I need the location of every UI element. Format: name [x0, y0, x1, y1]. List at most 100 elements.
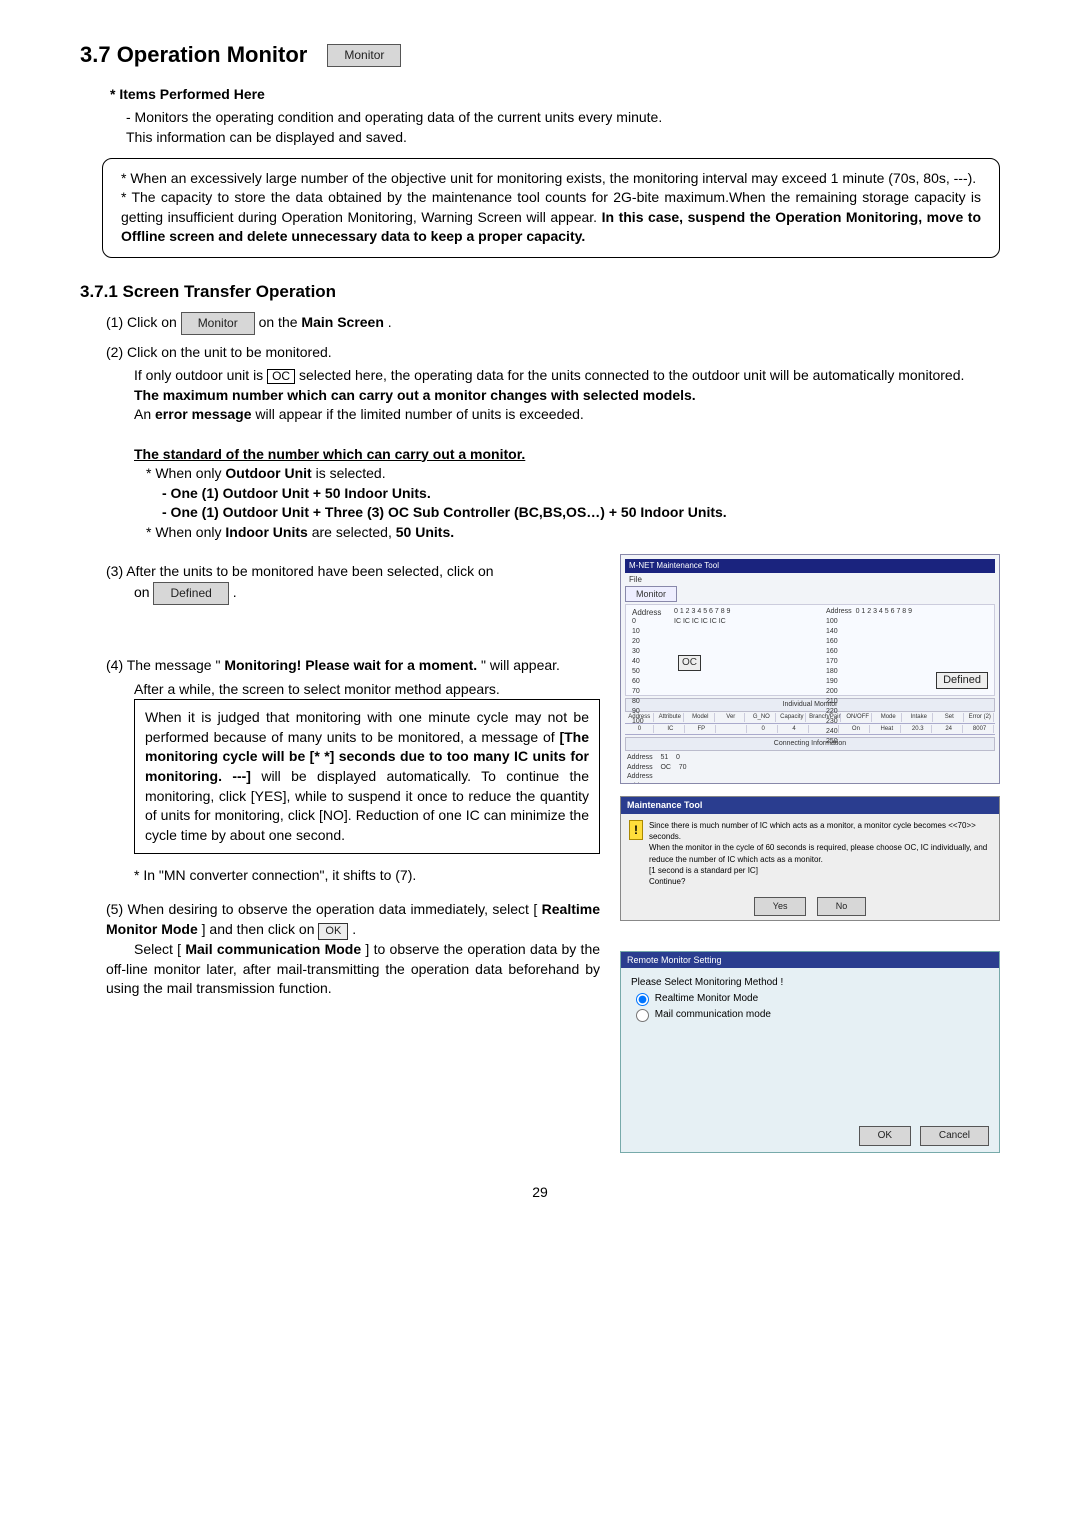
ss-grid: Address 0 1 2 3 4 5 6 7 8 9 0 10 20 30 4… [625, 604, 995, 696]
rv3 [719, 725, 747, 733]
std3: - One (1) Outdoor Unit + Three (3) OC Su… [162, 503, 1000, 523]
s2l3: An error message will appear if the limi… [134, 405, 1000, 425]
dlg-title: Maintenance Tool [621, 797, 999, 814]
ss-indiv: Individual Monitor [625, 698, 995, 712]
ss-title: M-NET Maintenance Tool [625, 559, 995, 572]
s4-boxa: When it is judged that monitoring with o… [145, 709, 589, 745]
s4-post1: " will appear. [481, 657, 560, 673]
radio-cancel-button[interactable]: Cancel [920, 1126, 989, 1146]
step1: (1) Click on Monitor on the Main Screen … [106, 312, 1000, 335]
s5l2a: Select [ [134, 941, 181, 957]
radio-mail-input[interactable] [636, 1009, 649, 1022]
ok-button-inline[interactable]: OK [318, 923, 348, 940]
th2: Model [687, 713, 715, 721]
ss-lower-rows: Address 51 0 Address OC 70 Address Addre… [625, 751, 995, 785]
radio-opt2-label: Mail communication mode [655, 1009, 771, 1020]
radio-realtime-input[interactable] [636, 993, 649, 1006]
radio-realtime[interactable]: Realtime Monitor Mode [631, 993, 758, 1004]
s2l3c: will appear if the limited number of uni… [255, 406, 583, 422]
ss-oc-cell[interactable]: OC [678, 655, 701, 671]
std4b: Indoor Units [225, 524, 307, 540]
ss-th: Address Attribute Model Ver G_NO Capacit… [625, 712, 995, 723]
rv1: IC [657, 725, 685, 733]
th8: Mode [875, 713, 903, 721]
s4-l2: After a while, the screen to select moni… [134, 680, 600, 700]
s4-bold1: Monitoring! Please wait for a moment. [224, 657, 477, 673]
s5l2b: Mail communication Mode [185, 941, 361, 957]
s2l2: The maximum number which can carry out a… [134, 386, 1000, 406]
dlg-body: Since there is much number of IC which a… [649, 820, 991, 887]
ss-cols-l: 0 1 2 3 4 5 6 7 8 9 [674, 607, 730, 617]
note1: * When an excessively large number of th… [121, 169, 981, 189]
rv8: Heat [873, 725, 901, 733]
radio-ok-button[interactable]: OK [859, 1126, 911, 1146]
radio-title: Remote Monitor Setting [621, 952, 999, 969]
monitor-button-title[interactable]: Monitor [327, 44, 401, 67]
th1: Attribute [657, 713, 685, 721]
s2l1a: If only outdoor unit is [134, 367, 267, 383]
s3-end: . [233, 584, 237, 600]
s4-box: When it is judged that monitoring with o… [134, 699, 600, 854]
th3: Ver [718, 713, 746, 721]
note2: * The capacity to store the data obtaine… [121, 188, 981, 247]
page-number: 29 [80, 1183, 1000, 1203]
s5-mid1: ] and then click on [202, 921, 319, 937]
rv10: 24 [935, 725, 963, 733]
monitor-button-step1[interactable]: Monitor [181, 312, 255, 335]
dlg-yes-button[interactable]: Yes [754, 897, 807, 916]
step4: (4) The message " Monitoring! Please wai… [106, 656, 600, 676]
std1c: is selected. [316, 465, 386, 481]
note-box: * When an excessively large number of th… [102, 158, 1000, 258]
oc-chip: OC [267, 369, 295, 384]
th9: Intake [905, 713, 933, 721]
rv9: 20.3 [904, 725, 932, 733]
s4-pre: (4) The message " [106, 657, 220, 673]
th10: Set [936, 713, 964, 721]
screenshot-maintenance-tool: M-NET Maintenance Tool File Monitor Addr… [620, 554, 1000, 784]
ss-rightrows: 100 140 160 160 170 180 190 200 210 220 … [826, 617, 838, 747]
warning-icon: ! [629, 820, 643, 840]
std4d: 50 Units. [396, 524, 454, 540]
rv7: On [842, 725, 870, 733]
subsection-title: 3.7.1 Screen Transfer Operation [80, 280, 1000, 304]
step5: (5) When desiring to observe the operati… [106, 900, 600, 999]
s3-txt: (3) After the units to be monitored have… [106, 563, 494, 579]
ss-leftrows: 0 10 20 30 40 50 60 70 80 90 100 [632, 617, 644, 727]
rv2: FP [688, 725, 716, 733]
ss-tab-monitor[interactable]: Monitor [625, 586, 677, 603]
s5-end1: . [352, 921, 356, 937]
ss-ic-row: IC IC IC IC IC IC [674, 617, 726, 627]
th7: ON/OFF [844, 713, 872, 721]
radio-prompt: Please Select Monitoring Method ! [631, 976, 989, 990]
items-line2: This information can be displayed and sa… [126, 128, 1000, 148]
ss-conn: Connecting Information [625, 737, 995, 751]
step2-body: If only outdoor unit is OC selected here… [134, 366, 1000, 542]
s2l1b: selected here, the operating data for th… [299, 367, 964, 383]
std4c: are selected, [312, 524, 396, 540]
std1b: Outdoor Unit [225, 465, 311, 481]
radio-mail[interactable]: Mail communication mode [631, 1009, 771, 1020]
th11: Error (2) [967, 713, 995, 721]
step2-head: (2) Click on the unit to be monitored. [106, 343, 1000, 363]
defined-button[interactable]: Defined [153, 582, 228, 605]
radio-opt1-label: Realtime Monitor Mode [655, 993, 758, 1004]
s2l3b: error message [155, 406, 252, 422]
ss-defined-button[interactable]: Defined [936, 672, 988, 689]
s1-bold: Main Screen [301, 314, 383, 330]
rv5: 4 [781, 725, 809, 733]
ss-row: 0 IC FP 0 4 On Heat 20.3 24 8007 [625, 724, 995, 735]
th5: Capacity [779, 713, 807, 721]
s5-l2-wrap: Select [ Mail communication Mode ] to ob… [106, 941, 600, 996]
s1-post: on the [259, 314, 302, 330]
s1-end: . [388, 314, 392, 330]
s1-pre: (1) Click on [106, 314, 181, 330]
std-head: The standard of the number which can car… [134, 445, 1000, 465]
rv4: 0 [750, 725, 778, 733]
std1a: * When only [146, 465, 225, 481]
step3: (3) After the units to be monitored have… [106, 562, 600, 604]
dlg-no-button[interactable]: No [817, 897, 867, 916]
screenshot-dialog: Maintenance Tool ! Since there is much n… [620, 796, 1000, 920]
ss-addr-r-lbl: Address [826, 608, 852, 615]
ss-addr-r: Address 0 1 2 3 4 5 6 7 8 9 [826, 607, 912, 617]
std4a: * When only [146, 524, 225, 540]
